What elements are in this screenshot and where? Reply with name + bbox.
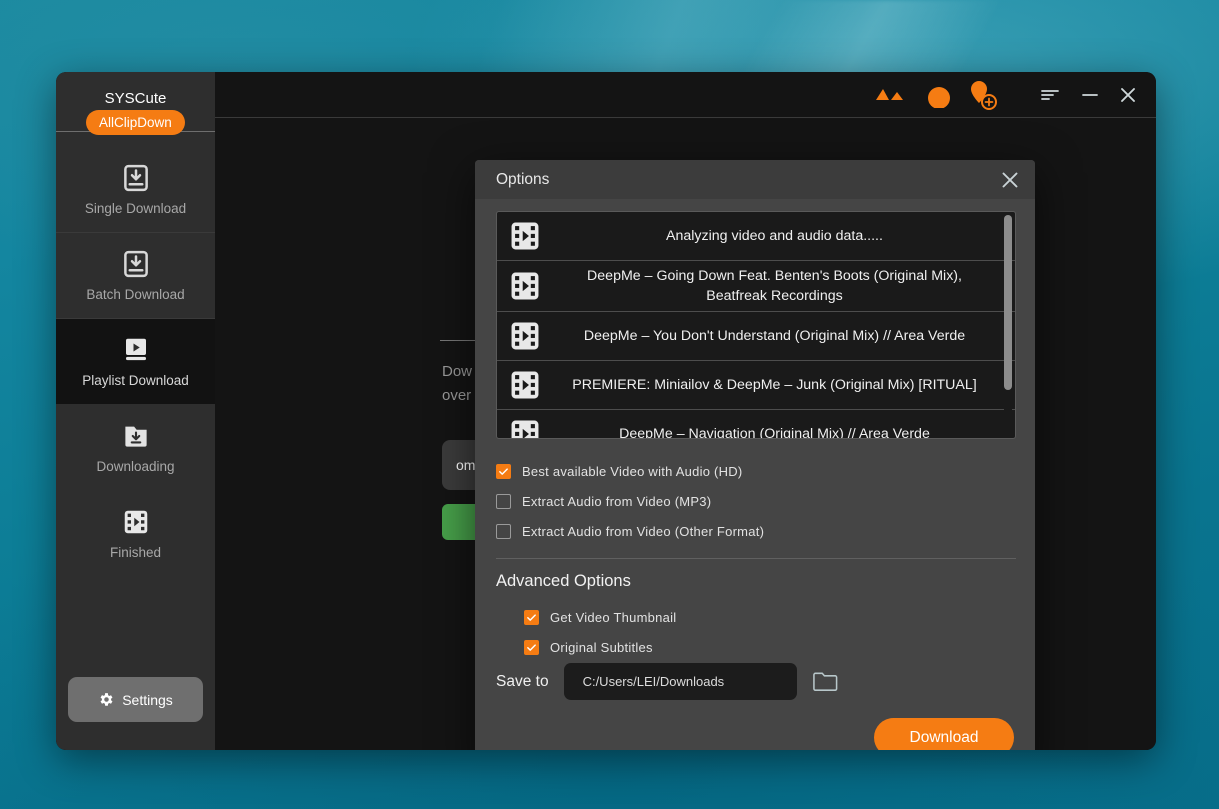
dialog-title: Options	[496, 171, 549, 189]
sidebar-item-label: Playlist Download	[82, 373, 189, 388]
option-label: Original Subtitles	[550, 640, 653, 655]
list-item-title: DeepMe – You Don't Understand (Original …	[550, 326, 999, 346]
sidebar-item-label: Downloading	[96, 459, 174, 474]
option-get-thumbnail[interactable]: Get Video Thumbnail	[524, 602, 1004, 632]
option-label: Extract Audio from Video (Other Format)	[522, 524, 764, 539]
option-original-subtitles[interactable]: Original Subtitles	[524, 632, 1004, 662]
list-item-title: Analyzing video and audio data.....	[550, 226, 999, 246]
option-label: Best available Video with Audio (HD)	[522, 464, 743, 479]
settings-label: Settings	[122, 692, 173, 708]
folder-download-icon	[121, 421, 151, 451]
playlist-scrollbar[interactable]	[1004, 215, 1012, 437]
playlist-container: Analyzing video and audio data.....	[496, 211, 1016, 439]
folder-icon[interactable]	[812, 670, 839, 694]
list-item[interactable]: Analyzing video and audio data.....	[497, 212, 1016, 261]
option-extract-other[interactable]: Extract Audio from Video (Other Format)	[496, 516, 1016, 546]
option-label: Extract Audio from Video (MP3)	[522, 494, 711, 509]
minimize-icon[interactable]	[1076, 81, 1104, 109]
close-icon[interactable]	[999, 169, 1021, 191]
list-item[interactable]: DeepMe – Navigation (Original Mix) // Ar…	[497, 410, 1016, 439]
film-icon	[506, 269, 544, 303]
option-label: Get Video Thumbnail	[550, 610, 676, 625]
sidebar-item-batch-download[interactable]: Batch Download	[56, 232, 215, 318]
settings-button[interactable]: Settings	[68, 677, 203, 722]
checkbox-extract-mp3[interactable]	[496, 494, 511, 509]
format-options-group: Best available Video with Audio (HD) Ext…	[496, 456, 1016, 546]
save-to-row: Save to C:/Users/LEI/Downloads	[496, 663, 839, 700]
option-extract-mp3[interactable]: Extract Audio from Video (MP3)	[496, 486, 1016, 516]
film-icon	[121, 507, 151, 537]
list-item[interactable]: DeepMe – Going Down Feat. Benten's Boots…	[497, 261, 1016, 312]
advanced-options-group: Get Video Thumbnail Original Subtitles	[524, 602, 1004, 662]
titlebar	[215, 72, 1156, 118]
list-item-title: PREMIERE: Miniailov & DeepMe – Junk (Ori…	[550, 375, 999, 395]
checkbox-original-subtitles[interactable]	[524, 640, 539, 655]
close-icon[interactable]	[1114, 81, 1142, 109]
download-button[interactable]: Download	[874, 718, 1014, 750]
dialog-header: Options	[475, 160, 1035, 199]
section-divider	[496, 558, 1016, 559]
option-best-video-audio[interactable]: Best available Video with Audio (HD)	[496, 456, 1016, 486]
orange-pin-add-icon[interactable]	[967, 78, 1001, 119]
sidebar-item-label: Finished	[110, 545, 161, 560]
film-icon	[506, 368, 544, 402]
sidebar-item-single-download[interactable]: Single Download	[56, 146, 215, 232]
hamburger-icon[interactable]	[1036, 81, 1064, 109]
orange-mountain-icon[interactable]	[872, 78, 906, 113]
list-item-title: DeepMe – Navigation (Original Mix) // Ar…	[550, 424, 999, 439]
list-item-title: DeepMe – Going Down Feat. Benten's Boots…	[550, 266, 999, 306]
orange-sun-icon[interactable]	[922, 78, 956, 113]
sidebar-item-downloading[interactable]: Downloading	[56, 404, 215, 490]
application-window: SYSCute AllClipDown Single Download	[56, 72, 1156, 750]
list-item[interactable]: DeepMe – You Don't Understand (Original …	[497, 312, 1016, 361]
checkbox-get-thumbnail[interactable]	[524, 610, 539, 625]
download-box-icon	[121, 163, 151, 193]
scrollbar-thumb[interactable]	[1004, 215, 1012, 390]
film-icon	[506, 219, 544, 253]
save-path-input[interactable]: C:/Users/LEI/Downloads	[564, 663, 797, 700]
checkbox-extract-other[interactable]	[496, 524, 511, 539]
film-icon	[506, 417, 544, 439]
options-dialog: Options	[475, 160, 1035, 750]
desktop-background: SYSCute AllClipDown Single Download	[0, 0, 1219, 809]
play-box-icon	[121, 335, 151, 365]
sidebar-item-label: Batch Download	[86, 287, 184, 302]
list-item[interactable]: PREMIERE: Miniailov & DeepMe – Junk (Ori…	[497, 361, 1016, 410]
film-icon	[506, 319, 544, 353]
save-to-label: Save to	[496, 673, 549, 691]
checkbox-best-video-audio[interactable]	[496, 464, 511, 479]
sidebar-item-playlist-download[interactable]: Playlist Download	[56, 318, 215, 404]
download-box-icon	[121, 249, 151, 279]
sidebar: SYSCute AllClipDown Single Download	[56, 72, 215, 750]
advanced-options-title: Advanced Options	[496, 572, 631, 591]
sidebar-item-label: Single Download	[85, 201, 186, 216]
gear-icon	[98, 691, 115, 708]
playlist[interactable]: Analyzing video and audio data.....	[497, 212, 1016, 439]
brand-badge[interactable]: AllClipDown	[86, 110, 185, 135]
sidebar-item-finished[interactable]: Finished	[56, 490, 215, 576]
